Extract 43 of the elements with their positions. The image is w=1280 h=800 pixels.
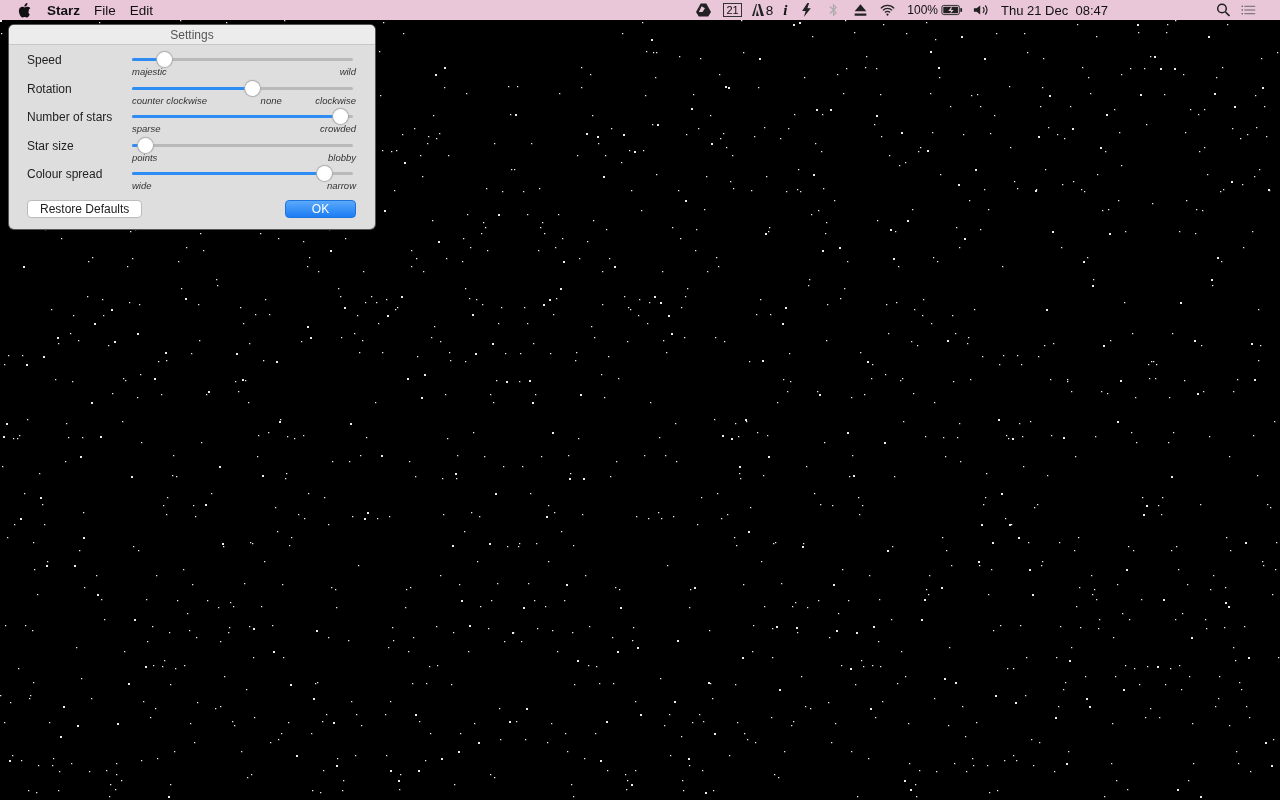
clock[interactable]: Thu 21 Dec 08:47 (1001, 2, 1108, 18)
dialog-title: Settings (170, 27, 214, 42)
scale-label: crowded (320, 123, 356, 134)
slider[interactable] (132, 137, 353, 154)
search-icon[interactable] (1216, 3, 1231, 17)
slider-label: Colour spread (27, 166, 104, 181)
scale-label: counter clockwise (132, 94, 207, 106)
info-status[interactable]: i (783, 1, 788, 19)
restore-defaults-button[interactable]: Restore Defaults (27, 199, 143, 218)
slider[interactable] (132, 166, 353, 182)
scale-label: majestic (132, 66, 167, 77)
list-icon[interactable] (1241, 3, 1256, 17)
adobe-count[interactable]: 8 (751, 2, 774, 18)
slider-thumb[interactable] (332, 109, 348, 124)
triangle-logo-icon[interactable] (696, 3, 712, 17)
slider-label: Star size (27, 137, 75, 153)
slider[interactable] (132, 80, 353, 97)
slider-label: Rotation (27, 80, 73, 96)
slider-thumb[interactable] (138, 137, 154, 153)
slider-thumb[interactable] (244, 80, 260, 96)
calendar-day[interactable]: 21 (723, 3, 742, 17)
scale-label: points (132, 151, 158, 163)
scale-label: blobby (328, 151, 356, 163)
menu-item[interactable]: Edit (129, 2, 154, 18)
scale-label: narrow (326, 180, 356, 191)
slider-label: Number of stars (27, 109, 114, 124)
battery-percent[interactable]: 100% (907, 3, 939, 17)
scale-label: sparse (132, 123, 161, 134)
app-menu[interactable]: Starz (47, 2, 80, 18)
scale-label: none (260, 94, 282, 106)
wifi-icon[interactable] (880, 3, 896, 17)
slider-label: Speed (27, 52, 63, 67)
battery-icon[interactable] (941, 3, 964, 17)
scale-label: wide (132, 180, 152, 191)
apple-logo-icon[interactable] (18, 2, 31, 18)
eject-icon[interactable] (853, 3, 869, 17)
menu-item[interactable]: File (94, 2, 116, 18)
scale-label: clockwise (315, 94, 356, 106)
slider[interactable] (132, 52, 353, 68)
slider-thumb[interactable] (156, 52, 172, 67)
slider-thumb[interactable] (316, 166, 332, 181)
slider[interactable] (132, 109, 353, 125)
scale-label: wild (339, 66, 356, 77)
